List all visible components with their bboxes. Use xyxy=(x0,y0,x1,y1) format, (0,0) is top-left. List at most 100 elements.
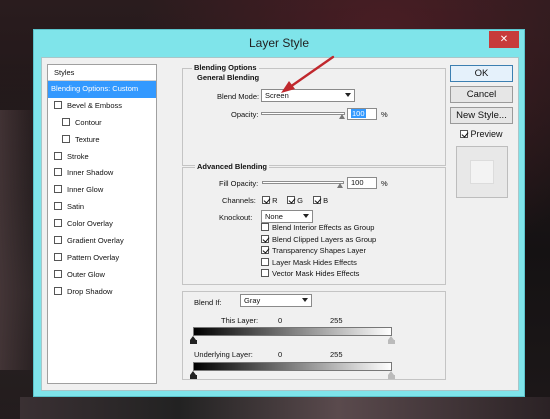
chevron-down-icon xyxy=(303,214,309,218)
styles-list-items: Blending Options: Custom Bevel & Emboss Co… xyxy=(48,81,156,301)
style-item-label: Bevel & Emboss xyxy=(67,100,123,110)
advanced-option-checkbox[interactable] xyxy=(261,223,269,232)
style-preview-swatch xyxy=(470,160,494,184)
dialog-title: Layer Style xyxy=(248,36,310,50)
preview-checkbox[interactable] xyxy=(460,129,468,138)
advanced-option-label: Blend Interior Effects as Group xyxy=(272,223,375,232)
general-blending-group xyxy=(182,68,446,166)
style-item-checkbox[interactable] xyxy=(54,269,62,278)
underlying-layer-white-slider[interactable] xyxy=(388,371,395,379)
blend-if-select[interactable]: Gray xyxy=(240,294,312,307)
style-item-inner-shadow[interactable]: Inner Shadow xyxy=(48,165,156,182)
advanced-option[interactable]: Vector Mask Hides Effects xyxy=(261,269,359,278)
style-item-outer-glow[interactable]: Outer Glow xyxy=(48,267,156,284)
styles-list-header[interactable]: Styles xyxy=(48,65,156,81)
fill-opacity-slider-track[interactable] xyxy=(262,181,344,184)
underlying-layer-label: Underlying Layer: xyxy=(194,350,253,359)
advanced-option[interactable]: Blend Interior Effects as Group xyxy=(261,223,374,232)
style-item-blending-options-custom[interactable]: Blending Options: Custom xyxy=(48,81,156,98)
advanced-option-label: Vector Mask Hides Effects xyxy=(272,269,360,278)
style-item-checkbox[interactable] xyxy=(54,236,62,245)
cancel-button[interactable]: Cancel xyxy=(450,86,513,103)
opacity-value: 100 xyxy=(351,109,366,118)
opacity-unit: % xyxy=(381,110,388,119)
channel-r[interactable]: R xyxy=(262,196,278,205)
this-layer-white-slider[interactable] xyxy=(388,336,395,344)
style-item-checkbox[interactable] xyxy=(54,151,62,160)
channel-g-label: G xyxy=(297,196,303,205)
underlying-layer-black-slider[interactable] xyxy=(190,371,197,379)
style-item-color-overlay[interactable]: Color Overlay xyxy=(48,216,156,233)
dialog-client-area: Styles Blending Options: Custom Bevel & E… xyxy=(41,57,519,391)
style-item-checkbox[interactable] xyxy=(54,202,62,211)
style-item-label: Satin xyxy=(67,202,85,212)
blend-mode-select[interactable]: Screen xyxy=(261,89,355,102)
this-layer-black-slider[interactable] xyxy=(190,336,197,344)
background-taskbar-strip xyxy=(20,397,550,419)
channel-g-checkbox[interactable] xyxy=(287,196,295,205)
underlying-layer-min: 0 xyxy=(278,350,283,359)
close-button[interactable]: ✕ xyxy=(489,31,519,48)
layer-style-dialog: Layer Style ✕ Styles Blending Options: C… xyxy=(33,29,525,397)
style-item-checkbox[interactable] xyxy=(62,117,70,126)
opacity-input[interactable]: 100 xyxy=(347,108,377,120)
channel-g[interactable]: G xyxy=(287,196,303,205)
underlying-layer-max: 255 xyxy=(330,350,343,359)
channel-b-label: B xyxy=(323,196,329,205)
style-item-checkbox[interactable] xyxy=(54,252,62,261)
advanced-option[interactable]: Layer Mask Hides Effects xyxy=(261,258,357,267)
advanced-option-checkbox[interactable] xyxy=(261,257,269,266)
underlying-layer-gradient[interactable] xyxy=(193,362,392,371)
style-preview-thumbnail xyxy=(456,146,508,198)
style-item-inner-glow[interactable]: Inner Glow xyxy=(48,182,156,199)
advanced-option-checkbox[interactable] xyxy=(261,246,269,255)
advanced-option-checkbox[interactable] xyxy=(261,234,269,243)
fill-opacity-slider-thumb[interactable] xyxy=(337,183,343,188)
style-item-checkbox[interactable] xyxy=(54,185,62,194)
this-layer-gradient[interactable] xyxy=(193,327,392,336)
style-item-checkbox[interactable] xyxy=(54,286,62,295)
fill-opacity-input[interactable]: 100 xyxy=(347,177,377,189)
advanced-option[interactable]: Transparency Shapes Layer xyxy=(261,246,366,255)
style-item-stroke[interactable]: Stroke xyxy=(48,149,156,166)
knockout-label: Knockout: xyxy=(219,213,253,222)
style-item-checkbox[interactable] xyxy=(54,168,62,177)
style-item-checkbox[interactable] xyxy=(54,100,62,109)
advanced-option-checkbox[interactable] xyxy=(261,269,269,278)
style-item-label: Inner Glow xyxy=(67,185,104,195)
knockout-select[interactable]: None xyxy=(261,210,313,223)
chevron-down-icon xyxy=(345,93,351,97)
style-item-label: Color Overlay xyxy=(67,219,113,229)
opacity-slider-thumb[interactable] xyxy=(339,114,345,119)
style-item-drop-shadow[interactable]: Drop Shadow xyxy=(48,284,156,301)
style-item-checkbox[interactable] xyxy=(62,134,70,143)
new-style-button[interactable]: New Style... xyxy=(450,107,513,124)
knockout-value: None xyxy=(265,212,283,221)
style-item-satin[interactable]: Satin xyxy=(48,199,156,216)
style-item-label: Gradient Overlay xyxy=(67,236,124,246)
chevron-down-icon xyxy=(302,298,308,302)
style-item-contour[interactable]: Contour xyxy=(48,115,156,132)
style-item-bevel-emboss[interactable]: Bevel & Emboss xyxy=(48,98,156,115)
this-layer-label: This Layer: xyxy=(221,316,259,325)
style-item-gradient-overlay[interactable]: Gradient Overlay xyxy=(48,233,156,250)
preview-toggle[interactable]: Preview xyxy=(460,129,503,139)
opacity-slider-track[interactable] xyxy=(261,112,345,115)
channel-b-checkbox[interactable] xyxy=(313,196,321,205)
advanced-option-label: Blend Clipped Layers as Group xyxy=(272,234,377,244)
style-item-label: Outer Glow xyxy=(67,269,105,279)
preview-label: Preview xyxy=(470,129,503,139)
style-item-label: Contour xyxy=(75,117,102,127)
advanced-option[interactable]: Blend Clipped Layers as Group xyxy=(261,235,376,244)
blending-options-title: Blending Options xyxy=(192,63,259,72)
style-item-pattern-overlay[interactable]: Pattern Overlay xyxy=(48,250,156,267)
style-item-checkbox[interactable] xyxy=(54,219,62,228)
ok-button[interactable]: OK xyxy=(450,65,513,82)
channels-label: Channels: xyxy=(222,196,256,205)
style-item-label: Blending Options: Custom xyxy=(51,84,139,93)
this-layer-min: 0 xyxy=(278,316,283,325)
style-item-texture[interactable]: Texture xyxy=(48,132,156,149)
blend-if-value: Gray xyxy=(244,296,261,305)
channel-r-checkbox[interactable] xyxy=(262,196,270,205)
channel-b[interactable]: B xyxy=(313,196,328,205)
